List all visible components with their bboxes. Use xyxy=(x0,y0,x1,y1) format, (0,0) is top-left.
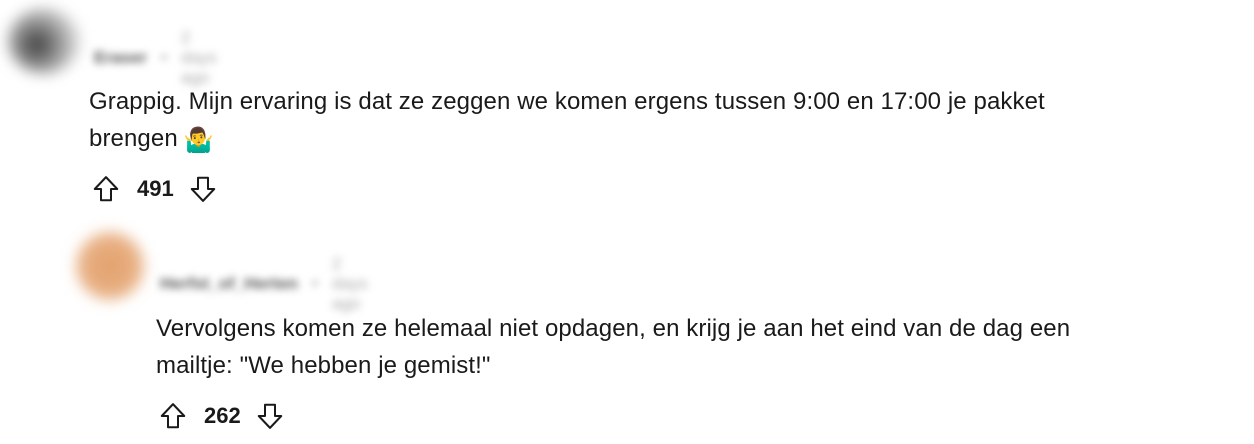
arrow-down-outline-icon xyxy=(190,176,215,202)
username[interactable]: Herfst_of_Herten xyxy=(160,274,298,294)
comment-line-last: brengen 🤷‍♂️ xyxy=(89,120,1045,157)
downvote-button[interactable] xyxy=(253,399,287,433)
timestamp: 2 days ago xyxy=(331,254,368,313)
arrow-down-outline-icon xyxy=(257,403,282,429)
comment-line: mailtje: "We hebben je gemist!" xyxy=(156,352,491,379)
comment-line: Vervolgens komen ze helemaal niet opdage… xyxy=(156,315,1071,342)
upvote-button[interactable] xyxy=(156,399,190,433)
arrow-up-outline-icon xyxy=(93,176,119,202)
vote-score: 262 xyxy=(204,403,241,428)
shrug-emoji: 🤷‍♂️ xyxy=(183,127,214,154)
vote-bar: 262 xyxy=(156,399,287,433)
comment-line: Grappig. Mijn ervaring is dat ze zeggen … xyxy=(89,88,1045,115)
separator-dot: • xyxy=(311,274,318,293)
vote-score: 491 xyxy=(137,176,174,201)
comment-body: Vervolgens komen ze helemaal niet opdage… xyxy=(156,310,1070,384)
upvote-button[interactable] xyxy=(89,172,123,206)
comment-meta: Herfst_of_Herten • 2 days ago xyxy=(160,254,368,314)
timestamp: 2 days ago xyxy=(180,28,217,87)
comment-meta: Eraser • 2 days ago xyxy=(94,28,217,88)
username[interactable]: Eraser xyxy=(94,48,147,68)
comment-line-text: brengen xyxy=(89,125,178,152)
avatar[interactable] xyxy=(8,8,80,74)
downvote-button[interactable] xyxy=(186,172,220,206)
avatar[interactable] xyxy=(76,232,144,300)
vote-bar: 491 xyxy=(89,172,220,206)
arrow-up-outline-icon xyxy=(160,403,186,429)
separator-dot: • xyxy=(160,48,167,67)
comment-body: Grappig. Mijn ervaring is dat ze zeggen … xyxy=(89,83,1045,157)
